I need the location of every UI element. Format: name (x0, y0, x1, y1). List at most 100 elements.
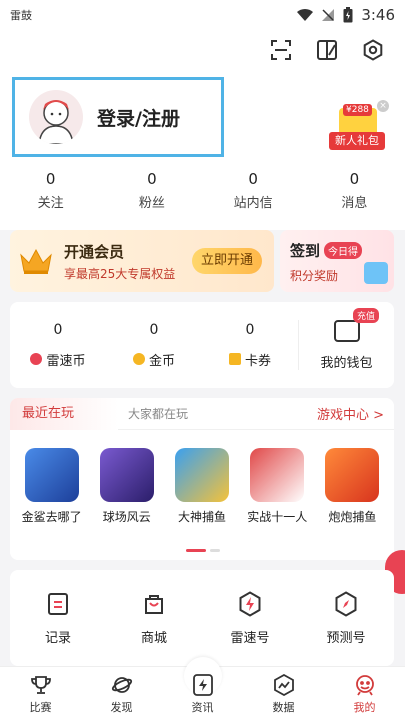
game-thumbnail (325, 448, 380, 502)
game-item[interactable]: 金鲨去哪了 (14, 448, 89, 525)
tool-label: 记录 (44, 630, 71, 646)
tool-prediction-account[interactable]: 预测号 (298, 590, 394, 646)
game-thumbnail (250, 448, 305, 502)
tool-label: 商城 (140, 630, 167, 646)
stat-label: 粉丝 (138, 196, 165, 211)
stats-row: 0 关注 0 粉丝 0 站内信 0 消息 (0, 170, 405, 211)
my-wallet-label: 我的钱包 (320, 355, 373, 371)
new-user-gift[interactable]: ¥288 新人礼包 × (329, 100, 391, 160)
leisu-coin-icon (30, 353, 43, 365)
game-thumbnail (99, 448, 154, 502)
close-icon[interactable]: × (377, 100, 389, 112)
clock-time: 3:46 (361, 6, 395, 24)
profile-icon (354, 675, 376, 696)
stat-messages[interactable]: 0 消息 (304, 170, 405, 211)
carrier-label: 雷鼓 (10, 9, 32, 22)
stat-label: 站内信 (233, 196, 273, 211)
vip-subtitle: 享最高25大专属权益 (64, 266, 176, 281)
open-vip-button[interactable]: 立即开通 (192, 248, 262, 274)
gift-icon (364, 262, 388, 284)
recharge-tag: 充值 (353, 307, 380, 323)
bottom-navigation: 比赛 发现 资讯 数据 我的 (0, 657, 405, 720)
sign-in-title: 签到 (290, 242, 321, 260)
wallet-item-leisu-coin[interactable]: 0 雷速币 (10, 322, 106, 369)
wallet-item-gold-coin[interactable]: 0 金币 (106, 322, 202, 369)
wallet-value: 0 (245, 321, 255, 338)
wifi-icon (297, 8, 314, 22)
nav-news[interactable]: 资讯 (162, 657, 243, 720)
carousel-indicator (186, 549, 220, 552)
wallet-card: 0 雷速币 0 金币 0 卡券 充值 我的钱包 (10, 302, 394, 388)
game-item[interactable]: 实战十一人 (240, 448, 315, 525)
avatar (29, 90, 83, 144)
wallet-icon (333, 319, 360, 342)
crown-icon (18, 246, 54, 276)
game-center-link[interactable]: 游戏中心 > (317, 404, 394, 423)
tool-mall[interactable]: 商城 (106, 591, 202, 646)
nav-data[interactable]: 数据 (243, 667, 324, 720)
game-name: 金鲨去哪了 (21, 510, 82, 524)
sign-in-card[interactable]: 签到 今日得 积分奖励 (280, 230, 394, 292)
coupon-icon (228, 353, 241, 365)
data-chart-icon (273, 674, 295, 696)
vip-membership-card[interactable]: 开通会员 享最高25大专属权益 立即开通 (10, 230, 274, 292)
tool-record[interactable]: 记录 (10, 591, 106, 646)
nav-matches[interactable]: 比赛 (0, 667, 81, 720)
profile-header: 登录/注册 ¥288 新人礼包 × 0 关注 0 粉丝 0 站内信 0 消息 (0, 30, 405, 230)
nav-discover[interactable]: 发现 (81, 667, 162, 720)
shopping-bag-icon (141, 591, 167, 617)
game-item[interactable]: 大神捕鱼 (164, 448, 239, 525)
wallet-item-coupon[interactable]: 0 卡券 (202, 322, 298, 369)
wallet-label: 卡券 (244, 353, 271, 369)
login-card[interactable]: 登录/注册 (12, 77, 224, 157)
login-register-label[interactable]: 登录/注册 (97, 104, 180, 131)
nav-label: 资讯 (191, 701, 214, 714)
game-thumbnail (24, 448, 79, 502)
news-lightning-icon (192, 674, 214, 696)
tab-recently-played[interactable]: 最近在玩 (10, 398, 118, 430)
tool-leisu-account[interactable]: 雷速号 (202, 590, 298, 646)
gift-label: 新人礼包 (329, 132, 385, 150)
games-section: 最近在玩 大家都在玩 游戏中心 > 金鲨去哪了 球场风云 大神捕鱼 实战十一人 … (10, 398, 394, 560)
stat-label: 消息 (341, 196, 368, 211)
settings-icon[interactable] (361, 38, 385, 62)
lightning-shield-icon (237, 590, 263, 617)
nav-label: 发现 (110, 701, 133, 714)
planet-icon (111, 675, 133, 695)
status-bar: 雷鼓 3:46 (0, 0, 405, 30)
wallet-value: 0 (53, 321, 63, 338)
game-thumbnail (175, 448, 229, 502)
battery-icon (343, 7, 353, 23)
nav-label: 我的 (353, 701, 376, 714)
gift-amount: ¥288 (343, 104, 372, 116)
vip-title: 开通会员 (64, 242, 125, 261)
no-signal-icon (321, 8, 335, 22)
game-name: 实战十一人 (247, 510, 308, 524)
tool-label: 雷速号 (230, 630, 270, 646)
wallet-value: 0 (149, 321, 159, 338)
header-actions (269, 38, 385, 62)
tab-everyone-playing[interactable]: 大家都在玩 (118, 405, 317, 422)
stat-following[interactable]: 0 关注 (0, 170, 101, 211)
trophy-icon (30, 675, 52, 695)
game-item[interactable]: 炮炮捕鱼 (315, 448, 390, 525)
stat-value: 0 (45, 170, 56, 188)
game-name: 大神捕鱼 (178, 510, 227, 524)
stat-label: 关注 (37, 196, 64, 211)
scan-icon[interactable] (269, 38, 293, 62)
wallet-label: 金币 (148, 353, 175, 369)
split-view-icon[interactable] (315, 38, 339, 62)
nav-profile[interactable]: 我的 (324, 667, 405, 720)
nav-label: 数据 (272, 701, 295, 714)
game-item[interactable]: 球场风云 (89, 448, 164, 525)
game-name: 炮炮捕鱼 (328, 510, 377, 524)
record-icon (45, 591, 71, 617)
compass-icon (333, 590, 359, 617)
tools-section: 记录 商城 雷速号 预测号 (10, 570, 394, 666)
stat-fans[interactable]: 0 粉丝 (101, 170, 202, 211)
stat-inbox[interactable]: 0 站内信 (203, 170, 304, 211)
nav-label: 比赛 (29, 701, 52, 714)
my-wallet-button[interactable]: 充值 我的钱包 (299, 307, 394, 371)
gold-coin-icon (132, 353, 145, 365)
game-name: 球场风云 (102, 510, 151, 524)
